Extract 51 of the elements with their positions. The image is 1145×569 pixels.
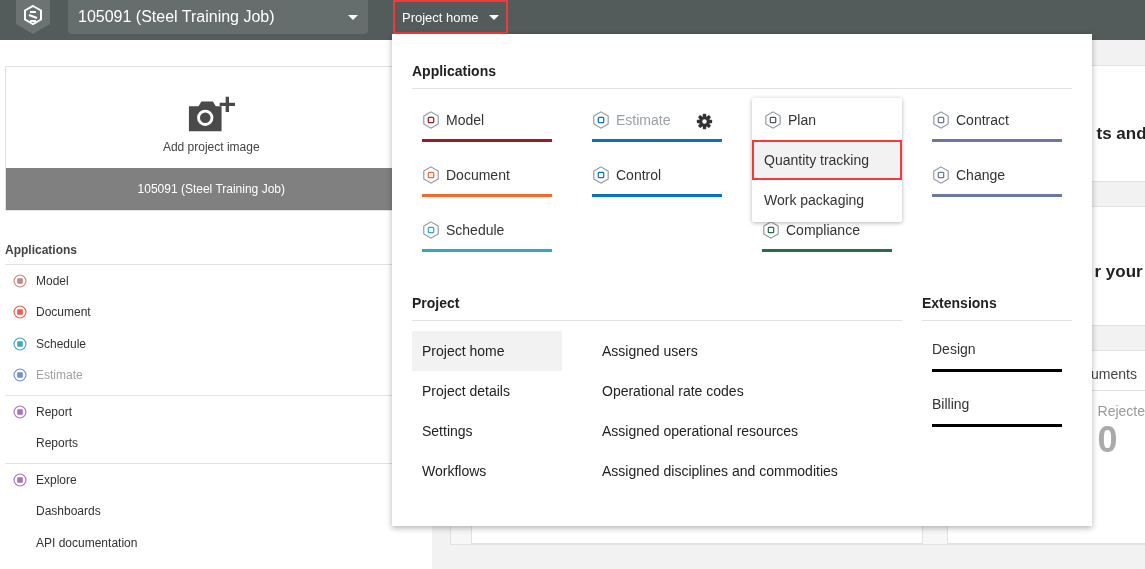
shield-logo-icon[interactable] bbox=[15, 0, 51, 34]
settings-icon[interactable] bbox=[696, 113, 713, 130]
menu-link[interactable]: Workflows bbox=[412, 451, 562, 491]
extension-link[interactable]: Billing bbox=[932, 396, 1062, 412]
tab[interactable]: uments bbox=[1091, 366, 1137, 382]
menu-link[interactable]: Assigned disciplines and commodities bbox=[592, 451, 848, 491]
hexagon-icon bbox=[592, 111, 610, 129]
section-title: r your bbox=[1094, 262, 1143, 282]
menu-link[interactable]: Assigned operational resources bbox=[592, 411, 848, 451]
section-heading: Project bbox=[412, 266, 902, 321]
hexagon-icon bbox=[422, 166, 440, 184]
submenu-item[interactable]: Plan bbox=[752, 100, 902, 140]
app-tile[interactable]: Schedule bbox=[422, 208, 552, 242]
hexagon-icon bbox=[592, 166, 610, 184]
caret-icon bbox=[348, 14, 358, 20]
app-tile[interactable]: Document bbox=[422, 153, 552, 187]
hexagon-icon bbox=[422, 111, 440, 129]
caret-icon bbox=[488, 14, 499, 20]
sidebar-item[interactable]: API documentation bbox=[36, 535, 138, 550]
camera-plus-icon[interactable] bbox=[187, 94, 236, 134]
hexagon-icon bbox=[762, 221, 780, 239]
menu-link[interactable]: Assigned users bbox=[592, 331, 848, 371]
menu-link[interactable]: Project details bbox=[412, 371, 562, 411]
submenu-item[interactable]: Quantity tracking bbox=[752, 140, 902, 180]
section-heading: Extensions bbox=[922, 266, 1072, 321]
menu-link[interactable]: Settings bbox=[412, 411, 562, 451]
project-selector[interactable]: 105091 (Steel Training Job) bbox=[68, 0, 368, 34]
hexagon-icon bbox=[932, 111, 950, 129]
sidebar-item[interactable]: Reports bbox=[36, 436, 79, 451]
sidebar-item[interactable]: Report bbox=[36, 404, 73, 419]
app-tile[interactable]: Contract bbox=[932, 98, 1062, 132]
section-title: ts and bbox=[1096, 124, 1145, 144]
app-tile[interactable]: Model bbox=[422, 98, 552, 132]
section-heading: Applications bbox=[412, 34, 1072, 89]
stat-label: Rejecte bbox=[1097, 403, 1145, 419]
project-menu-button[interactable]: Project home bbox=[393, 0, 508, 34]
extension-link[interactable]: Design bbox=[932, 341, 1062, 357]
app-tile[interactable]: Control bbox=[592, 153, 722, 187]
stat-value: 0 bbox=[1097, 419, 1119, 461]
sidebar-item[interactable]: Schedule bbox=[36, 336, 87, 351]
app-tile[interactable]: Change bbox=[932, 153, 1062, 187]
sidebar-item[interactable]: Model bbox=[36, 273, 69, 288]
hexagon-icon bbox=[764, 111, 782, 129]
sidebar-item[interactable]: Document bbox=[36, 305, 91, 320]
hexagon-icon bbox=[422, 221, 440, 239]
sidebar-item[interactable]: Dashboards bbox=[36, 504, 101, 519]
hexagon-icon bbox=[932, 166, 950, 184]
menu-link[interactable]: Operational rate codes bbox=[592, 371, 848, 411]
sidebar-item[interactable]: Explore bbox=[36, 472, 77, 487]
add-image-label[interactable]: Add project image bbox=[162, 140, 260, 154]
menu-link[interactable]: Project home bbox=[412, 331, 562, 371]
